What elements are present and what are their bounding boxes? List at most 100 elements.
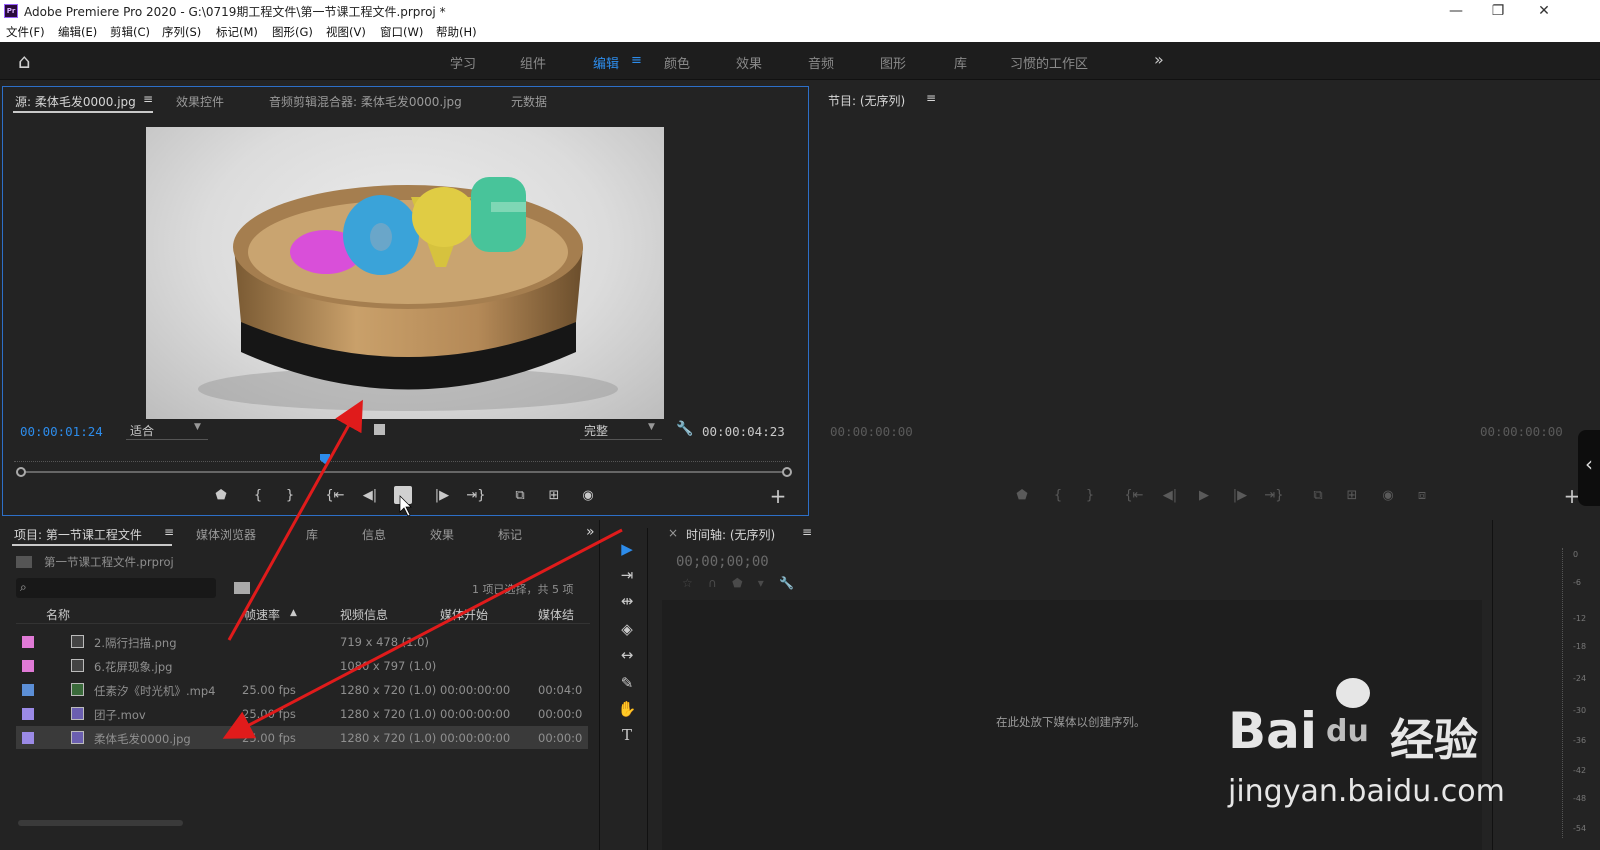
menu-help[interactable]: 帮助(H) [436,24,477,40]
menu-sequence[interactable]: 序列(S) [162,24,201,40]
tab-libraries[interactable]: 库 [306,526,318,543]
tab-effects[interactable]: 效果 [430,526,454,543]
go-to-in-icon[interactable]: {⇤ [1124,488,1144,503]
marker-icon[interactable]: ▾ [758,576,764,590]
column-frame-rate[interactable]: 帧速率 [244,606,280,623]
menu-edit[interactable]: 编辑(E) [58,24,97,40]
timeline-menu-icon[interactable]: ≡ [802,525,812,539]
mark-out-icon[interactable]: } [1080,488,1100,503]
menu-file[interactable]: 文件(F) [6,24,45,40]
add-button-icon[interactable]: + [768,484,788,508]
project-item-row[interactable]: 任素汐《时光机》.mp4 25.00 fps 1280 x 720 (1.0) … [16,678,588,701]
pen-tool-icon[interactable]: ✎ [614,674,640,696]
linked-selection-icon[interactable]: ∩ [708,576,717,590]
go-to-out-icon[interactable]: ⇥} [466,488,486,503]
step-forward-icon[interactable]: |▶ [1230,488,1250,503]
label-color-swatch[interactable] [22,732,34,744]
timeline-title[interactable]: 时间轴: (无序列) [686,526,775,543]
timeline-timecode[interactable]: 00;00;00;00 [676,554,769,570]
tab-audio-clip-mixer[interactable]: 音频剪辑混合器: 柔体毛发0000.jpg [269,93,462,110]
extract-icon[interactable]: ⊞ [1342,488,1362,503]
workspace-editing[interactable]: 编辑 [593,53,619,72]
add-marker-icon[interactable]: ⬟ [732,576,742,590]
project-item-row-selected[interactable]: 柔体毛发0000.jpg 25.00 fps 1280 x 720 (1.0) … [16,726,588,749]
add-marker-icon[interactable]: ⬟ [211,488,231,503]
go-to-out-icon[interactable]: ⇥} [1264,488,1284,503]
ripple-edit-tool-icon[interactable]: ⇹ [614,592,640,614]
workspace-custom[interactable]: 习惯的工作区 [1010,53,1088,72]
project-item-row[interactable]: 6.花屏现象.jpg 1080 x 797 (1.0) [16,654,588,677]
tab-source[interactable]: 源: 柔体毛发0000.jpg [15,93,136,110]
close-timeline-icon[interactable]: × [668,526,678,540]
menu-marker[interactable]: 标记(M) [216,24,258,40]
slip-tool-icon[interactable]: ↔ [614,646,640,668]
source-zoom-bar[interactable] [16,466,792,478]
collapse-panel-icon[interactable]: ‹ [1578,430,1600,506]
program-timecode-left[interactable]: 00:00:00:00 [830,424,913,439]
home-icon[interactable]: ⌂ [18,49,31,73]
export-frame-icon[interactable] [374,424,385,435]
selection-tool-icon[interactable]: ▶ [614,540,640,562]
program-title[interactable]: 节目: (无序列) [828,92,905,109]
fit-dropdown[interactable]: 适合 ▼ [126,420,208,440]
project-tab-menu-icon[interactable]: ≡ [164,525,174,539]
column-video-info[interactable]: 视频信息 [340,606,388,623]
workspace-color[interactable]: 颜色 [664,53,690,72]
play-icon[interactable]: ▶ [1194,488,1214,503]
camera-icon[interactable]: ◉ [578,488,598,503]
menu-window[interactable]: 窗口(W) [380,24,423,40]
mark-in-icon[interactable]: { [248,488,268,503]
workspace-effects[interactable]: 效果 [736,53,762,72]
quality-dropdown[interactable]: 完整 ▼ [580,420,662,440]
label-color-swatch[interactable] [22,684,34,696]
program-menu-icon[interactable]: ≡ [926,91,936,105]
track-select-tool-icon[interactable]: ⇥ [614,566,640,588]
workspace-audio[interactable]: 音频 [808,53,834,72]
project-search-input[interactable]: ⌕ [16,578,216,598]
step-back-icon[interactable]: ◀| [1160,488,1180,503]
tab-media-browser[interactable]: 媒体浏览器 [196,526,256,543]
step-forward-icon[interactable]: |▶ [432,488,452,503]
mark-in-icon[interactable]: { [1048,488,1068,503]
tab-project[interactable]: 项目: 第一节课工程文件 [14,526,142,543]
workspace-learn[interactable]: 学习 [450,53,476,72]
close-button[interactable]: ✕ [1524,0,1564,22]
playhead-icon[interactable] [320,454,330,464]
source-tab-menu-icon[interactable]: ≡ [143,92,153,106]
comparison-view-icon[interactable]: ⧈ [1412,488,1432,503]
source-current-timecode[interactable]: 00:00:01:24 [20,424,103,439]
type-tool-icon[interactable]: T [614,726,640,748]
menu-graphics[interactable]: 图形(G) [272,24,313,40]
overwrite-icon[interactable]: ⊞ [544,488,564,503]
snap-icon[interactable]: ☆ [682,576,693,590]
project-item-row[interactable]: 2.隔行扫描.png 719 x 478 (1.0) [16,630,588,653]
column-media-start[interactable]: 媒体开始 [440,606,488,623]
menu-clip[interactable]: 剪辑(C) [110,24,150,40]
add-marker-icon[interactable]: ⬟ [1012,488,1032,503]
project-item-row[interactable]: 团子.mov 25.00 fps 1280 x 720 (1.0) 00:00:… [16,702,588,725]
menu-view[interactable]: 视图(V) [326,24,366,40]
wrench-icon[interactable]: 🔧 [676,421,693,437]
more-workspaces-icon[interactable]: » [1154,50,1164,69]
new-bin-icon[interactable] [234,582,250,594]
tab-metadata[interactable]: 元数据 [511,93,547,110]
stop-button[interactable] [394,486,412,504]
workspace-assembly[interactable]: 组件 [520,53,546,72]
more-tabs-icon[interactable]: » [586,524,595,540]
razor-tool-icon[interactable]: ◈ [614,620,640,642]
minimize-button[interactable]: — [1436,0,1476,22]
workspace-menu-icon[interactable]: ≡ [631,53,642,68]
label-color-swatch[interactable] [22,636,34,648]
workspace-graphics[interactable]: 图形 [880,53,906,72]
column-media-end[interactable]: 媒体结 [538,606,574,623]
go-to-in-icon[interactable]: {⇤ [325,488,345,503]
tab-markers[interactable]: 标记 [498,526,522,543]
tab-info[interactable]: 信息 [362,526,386,543]
label-color-swatch[interactable] [22,660,34,672]
column-name[interactable]: 名称 [46,606,70,623]
mark-out-icon[interactable]: } [280,488,300,503]
lift-icon[interactable]: ⧉ [1308,488,1328,503]
step-back-icon[interactable]: ◀| [360,488,380,503]
project-horizontal-scrollbar[interactable] [18,820,183,826]
insert-icon[interactable]: ⧉ [510,488,530,503]
